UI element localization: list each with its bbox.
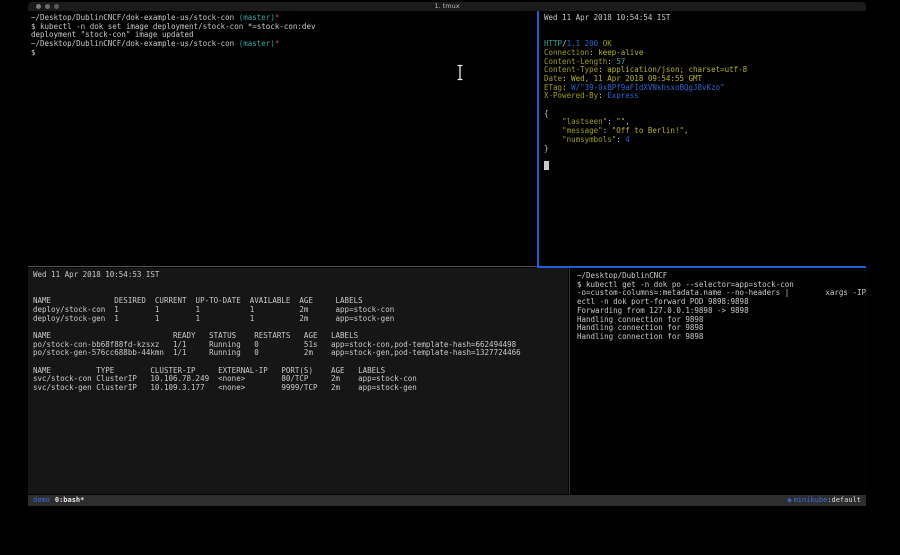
terminal-pane-bottom-left[interactable]: Wed 11 Apr 2018 10:54:53 IST NAME DESIRE… bbox=[28, 268, 568, 494]
tmux-content-area: ~/Desktop/DublinCNCF/dok-example-us/stoc… bbox=[28, 11, 866, 495]
terminal-pane-bottom-right[interactable]: ~/Desktop/DublinCNCF$ kubectl get -n dok… bbox=[571, 268, 866, 494]
desktop-background: 1. tmux ~/Desktop/DublinCNCF/dok-example… bbox=[0, 0, 900, 555]
pane-divider-horizontal-left[interactable] bbox=[28, 266, 537, 267]
minimize-button[interactable] bbox=[45, 4, 50, 9]
terminal-pane-top-left[interactable]: ~/Desktop/DublinCNCF/dok-example-us/stoc… bbox=[28, 11, 537, 266]
pane-divider-vertical-top-active[interactable] bbox=[537, 11, 539, 268]
text-ibeam-cursor bbox=[456, 64, 464, 81]
session-name: demo bbox=[33, 495, 50, 506]
pane-divider-horizontal-right-active[interactable] bbox=[537, 266, 866, 268]
pane-divider-vertical-bottom[interactable] bbox=[569, 268, 570, 494]
close-button[interactable] bbox=[36, 4, 41, 9]
kubernetes-icon: ◉ bbox=[787, 495, 791, 506]
terminal-pane-top-right-active[interactable]: Wed 11 Apr 2018 10:54:54 IST HTTP/1.1 20… bbox=[539, 11, 866, 266]
kube-context: minikube bbox=[794, 495, 828, 506]
traffic-light-buttons bbox=[36, 4, 59, 9]
kube-namespace: :default bbox=[827, 495, 861, 506]
window-tab-bash[interactable]: 0:bash* bbox=[55, 495, 85, 506]
tmux-status-bar: demo 0:bash* ◉ minikube :default bbox=[28, 495, 866, 506]
terminal-window: 1. tmux ~/Desktop/DublinCNCF/dok-example… bbox=[28, 2, 866, 506]
zoom-button[interactable] bbox=[54, 4, 59, 9]
window-title: 1. tmux bbox=[28, 2, 866, 11]
window-titlebar: 1. tmux bbox=[28, 2, 866, 11]
